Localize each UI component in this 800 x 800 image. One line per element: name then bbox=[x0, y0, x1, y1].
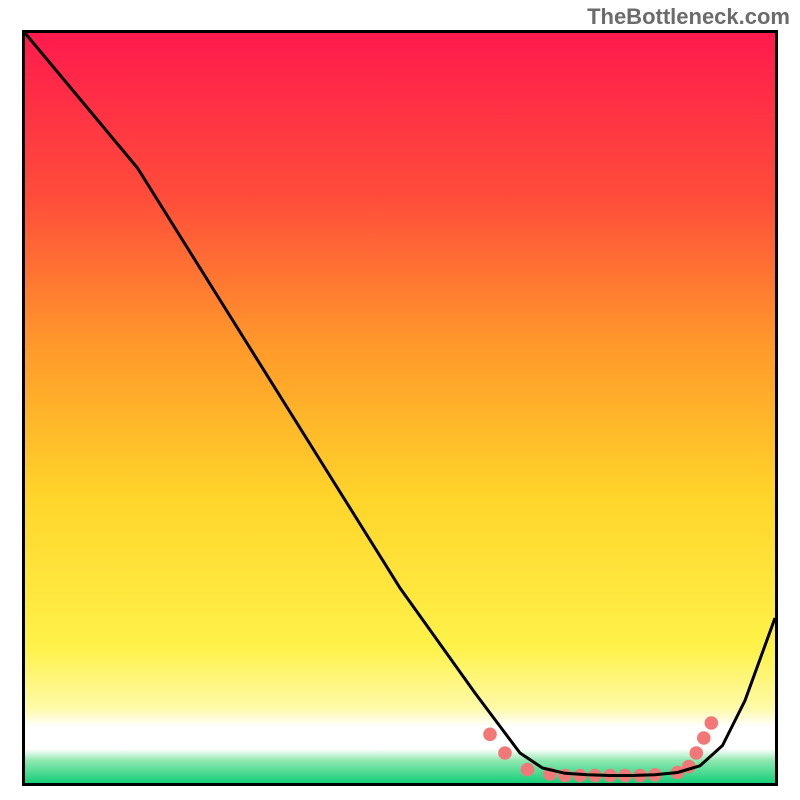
watermark-label: TheBottleneck.com bbox=[587, 4, 790, 30]
marker-dot bbox=[498, 746, 512, 760]
chart-svg bbox=[25, 33, 775, 783]
marker-dot bbox=[483, 728, 497, 742]
marker-dot bbox=[697, 731, 711, 745]
marker-dot bbox=[705, 716, 719, 730]
marker-dot bbox=[690, 746, 704, 760]
marker-dot bbox=[521, 763, 535, 777]
chart-frame: TheBottleneck.com bbox=[0, 0, 800, 800]
plot-area bbox=[22, 30, 778, 786]
gradient-background bbox=[25, 33, 775, 783]
